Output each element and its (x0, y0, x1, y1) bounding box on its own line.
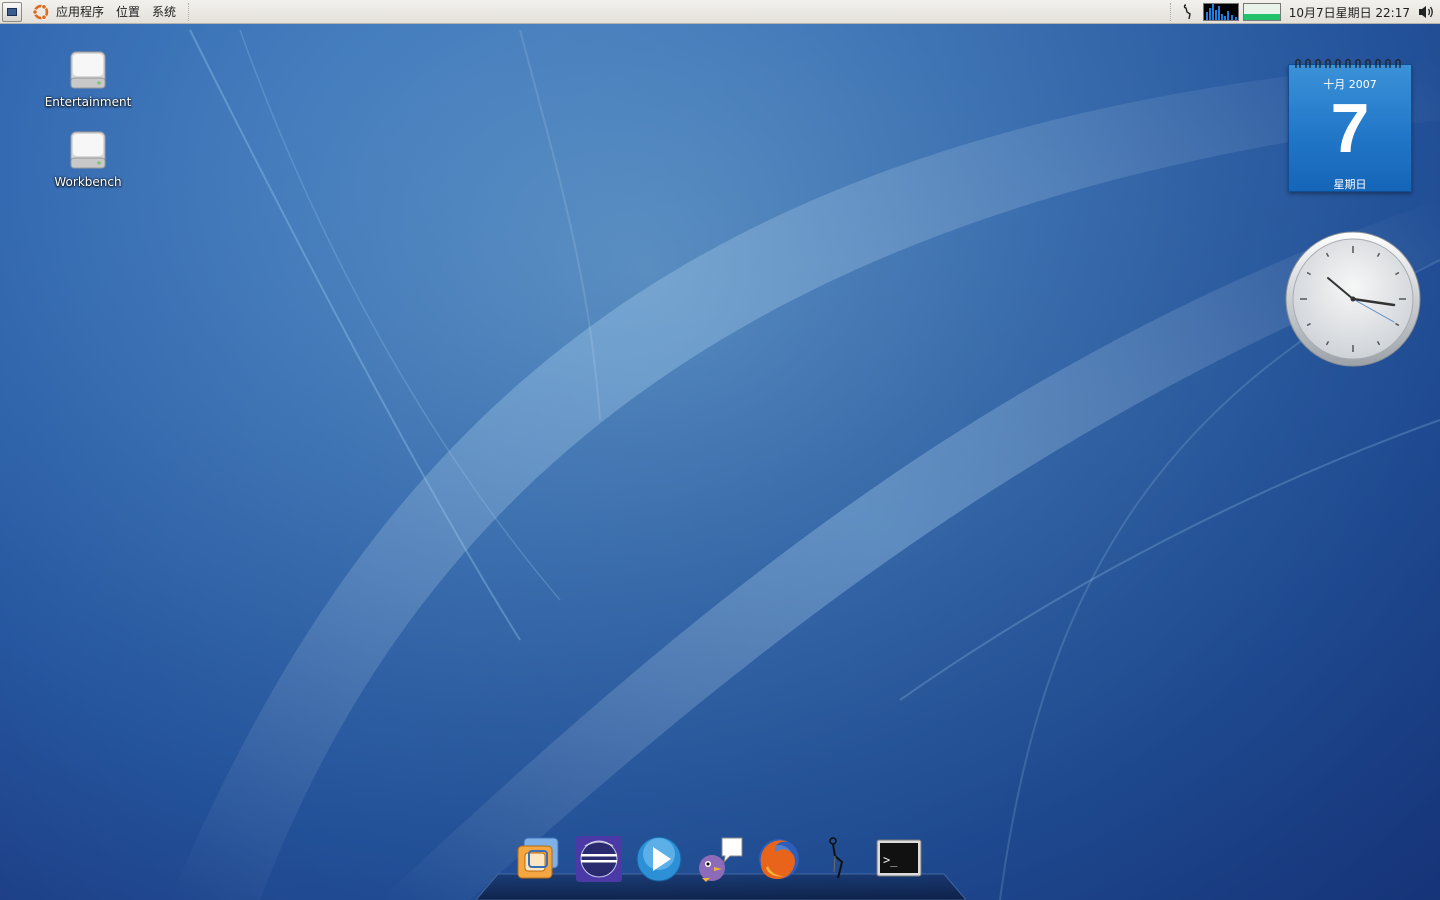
system-monitor-graph[interactable] (1202, 3, 1239, 21)
dock-item-vmware[interactable] (514, 834, 564, 884)
dock-item-firefox[interactable] (754, 834, 804, 884)
desktop-icon-workbench[interactable]: Workbench (38, 130, 138, 189)
calendar-rings (1295, 58, 1401, 68)
svg-text:>_: >_ (883, 853, 898, 867)
menu-places[interactable]: 位置 (116, 0, 140, 24)
eclipse-icon (576, 836, 622, 882)
network-monitor-graph[interactable] (1242, 3, 1281, 21)
panel-grip (1169, 3, 1175, 21)
calendar-weekday: 星期日 (1333, 178, 1367, 191)
volume-icon[interactable] (1418, 4, 1436, 20)
terminal-icon: >_ (876, 839, 922, 877)
media-player-icon (636, 836, 682, 882)
drive-icon (70, 131, 106, 169)
desktop-icon-label: Entertainment (44, 95, 132, 109)
desktop-icon-entertainment[interactable]: Entertainment (38, 50, 138, 109)
dock-item-accessibility[interactable] (814, 834, 864, 884)
desktop-icon-label: Workbench (54, 175, 122, 189)
drive-icon (70, 51, 106, 89)
dock: >_ (476, 826, 966, 900)
menu-system[interactable]: 系统 (152, 0, 176, 24)
menu-applications[interactable]: 应用程序 (56, 0, 104, 24)
calendar-widget[interactable]: 十月 2007 7 星期日 (1288, 58, 1412, 192)
ubuntu-logo-icon[interactable] (32, 3, 50, 21)
vmware-icon (517, 837, 559, 879)
dock-item-eclipse[interactable] (574, 834, 624, 884)
calendar-day: 7 (1330, 89, 1370, 167)
panel-clock[interactable]: 10月7日星期日 22:17 (1289, 4, 1410, 21)
top-panel: 应用程序 位置 系统 10月7日星期日 22:17 (0, 0, 1440, 24)
show-desktop-button[interactable] (2, 2, 22, 22)
panel-separator (188, 3, 191, 21)
hearing-aid-icon (829, 837, 844, 879)
dock-item-terminal[interactable]: >_ (874, 834, 924, 884)
hearing-aid-icon[interactable] (1181, 3, 1195, 21)
analog-clock-widget[interactable] (1284, 230, 1422, 368)
pidgin-icon (699, 837, 743, 882)
dock-item-pidgin[interactable] (694, 834, 744, 884)
firefox-icon (759, 839, 799, 880)
desktop-wallpaper (0, 0, 1440, 900)
dock-item-media-player[interactable] (634, 834, 684, 884)
